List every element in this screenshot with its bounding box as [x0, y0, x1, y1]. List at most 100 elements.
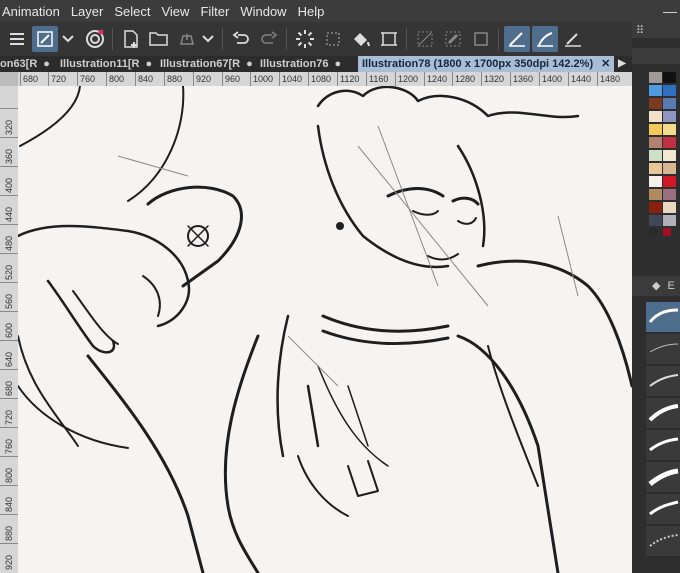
tab-document[interactable]: on63[R ● [0, 56, 58, 72]
brush-preset[interactable] [646, 526, 680, 557]
ruler-tick-label: 640 [4, 351, 14, 367]
color-swatch[interactable] [649, 124, 662, 135]
color-swatch[interactable] [649, 215, 662, 226]
ruler-tick: 360 [0, 137, 18, 164]
ruler-tick-label: 920 [4, 554, 14, 570]
color-swatch[interactable] [649, 228, 657, 236]
companion-app-icon[interactable] [82, 26, 108, 52]
color-swatch[interactable] [663, 150, 676, 161]
ruler-tick: 560 [0, 282, 18, 309]
brush-preset[interactable] [646, 334, 680, 365]
eraser-icon[interactable]: ◆ [652, 279, 660, 292]
color-swatch[interactable] [663, 72, 676, 83]
color-swatch[interactable] [663, 202, 676, 213]
tab-active-document[interactable]: Illustration78 (1800 x 1700px 350dpi 142… [358, 56, 614, 72]
snap-guide-icon[interactable] [532, 26, 558, 52]
color-swatch[interactable] [663, 163, 676, 174]
ruler-tick-label: 720 [48, 72, 66, 86]
color-swatch[interactable] [649, 98, 662, 109]
redo-icon[interactable] [256, 26, 282, 52]
brush-preset[interactable] [646, 494, 680, 525]
color-swatch[interactable] [649, 163, 662, 174]
tab-label: Illustration76 [260, 58, 329, 70]
ruler-tick-label: 400 [4, 177, 14, 193]
chevron-down-icon[interactable] [198, 26, 218, 52]
cloud-save-icon[interactable] [174, 26, 200, 52]
color-swatch[interactable] [649, 202, 662, 213]
ruler-tick-label: 840 [135, 72, 153, 86]
toolbar-separator [286, 28, 287, 50]
ruler-tick-label: 960 [222, 72, 240, 86]
panel-grip-icon[interactable]: ⠿ [636, 24, 644, 37]
ruler-tick-label: 1440 [568, 72, 591, 86]
color-swatch[interactable] [649, 111, 662, 122]
color-swatch[interactable] [663, 98, 676, 109]
brush-preset-selected[interactable] [646, 302, 680, 333]
crop-canvas-icon[interactable] [376, 26, 402, 52]
menu-window[interactable]: Window [238, 4, 295, 19]
ruler-tick: 520 [0, 253, 18, 280]
menu-select[interactable]: Select [112, 4, 159, 19]
tab-scroll-right-icon[interactable]: ▶ [612, 56, 632, 72]
color-swatch[interactable] [649, 189, 662, 200]
ruler-tick: 680 [0, 369, 18, 396]
edit-tool-icon[interactable] [32, 26, 58, 52]
color-swatch[interactable] [649, 72, 662, 83]
invert-selection-icon[interactable] [440, 26, 466, 52]
tab-label: Illustration11[R [60, 58, 140, 70]
loading-spinner-icon[interactable] [292, 26, 318, 52]
color-swatch[interactable] [649, 137, 662, 148]
hamburger-menu-icon[interactable] [4, 26, 30, 52]
color-swatch[interactable] [649, 150, 662, 161]
menu-help[interactable]: Help [296, 4, 334, 19]
chevron-down-icon[interactable] [58, 26, 78, 52]
fill-bucket-icon[interactable] [348, 26, 374, 52]
brush-preset[interactable] [646, 462, 680, 493]
minimize-button[interactable]: — [660, 3, 680, 19]
brush-preset[interactable] [646, 366, 680, 397]
undo-icon[interactable] [228, 26, 254, 52]
menu-view[interactable]: View [159, 4, 198, 19]
color-swatch[interactable] [663, 228, 671, 236]
close-icon[interactable]: ✕ [601, 58, 610, 70]
color-panel-header: ⠿ [632, 22, 680, 38]
menu-animation[interactable]: Animation [0, 4, 69, 19]
ruler-tick-label: 1200 [395, 72, 418, 86]
ruler-tick-label: 800 [106, 72, 124, 86]
color-swatch[interactable] [663, 111, 676, 122]
color-swatch[interactable] [663, 189, 676, 200]
snap-perspective-icon[interactable] [560, 26, 586, 52]
color-swatch[interactable] [649, 85, 662, 96]
tab-label: Illustration67[R [160, 58, 241, 70]
show-selection-icon[interactable] [468, 26, 494, 52]
right-dock-panel: ⠿ ◆ E [632, 22, 680, 573]
color-swatch[interactable] [663, 137, 676, 148]
selection-transform-icon[interactable] [320, 26, 346, 52]
brush-preset[interactable] [646, 398, 680, 429]
menu-layer[interactable]: Layer [69, 4, 113, 19]
drawing-canvas[interactable] [18, 86, 632, 573]
tab-document[interactable]: Illustration67[R ● [160, 56, 256, 72]
color-swatch[interactable] [663, 85, 676, 96]
menu-filter[interactable]: Filter [198, 4, 238, 19]
tab-document[interactable]: Illustration76 ● [260, 56, 354, 72]
ruler-tick-label: 1000 [250, 72, 273, 86]
tab-modified-dot: ● [43, 58, 50, 70]
ruler-tick-label: 600 [4, 322, 14, 338]
ruler-tick-label: 920 [193, 72, 211, 86]
color-swatch[interactable] [663, 215, 676, 226]
ruler-tick-label: 560 [4, 293, 14, 309]
open-folder-icon[interactable] [146, 26, 172, 52]
ruler-tick: 480 [0, 224, 18, 251]
color-swatch[interactable] [663, 124, 676, 135]
ruler-tick-label: 840 [4, 496, 14, 512]
ruler-tick-label: 720 [4, 409, 14, 425]
clear-selection-icon[interactable] [412, 26, 438, 52]
tab-document[interactable]: Illustration11[R ● [60, 56, 158, 72]
snap-ruler-icon[interactable] [504, 26, 530, 52]
ruler-tick-label: 1240 [424, 72, 447, 86]
color-swatch[interactable] [663, 176, 676, 187]
brush-preset[interactable] [646, 430, 680, 461]
new-file-icon[interactable] [118, 26, 144, 52]
color-swatch[interactable] [649, 176, 662, 187]
